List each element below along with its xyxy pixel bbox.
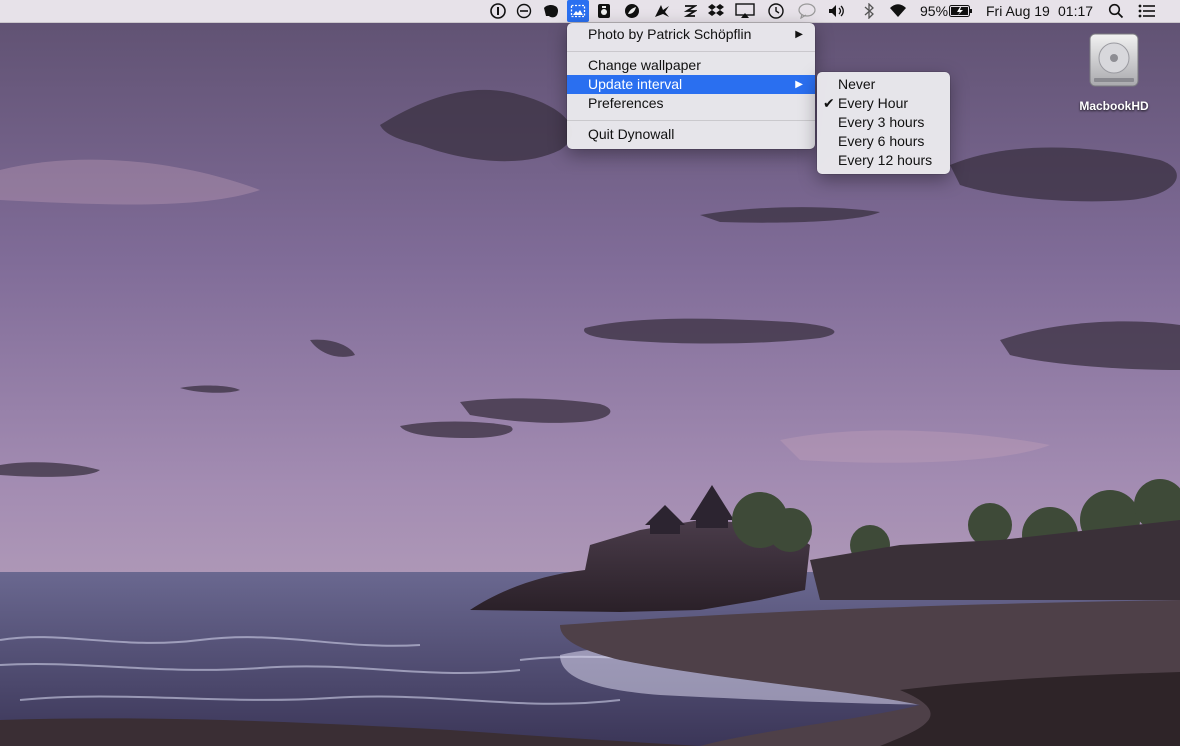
time-machine-icon[interactable] [765,0,787,22]
paw-icon[interactable] [651,0,673,22]
notification-center-icon[interactable] [1136,0,1158,22]
menu-item-change-wallpaper[interactable]: Change wallpaper [567,56,815,75]
preferences-label: Preferences [588,95,664,111]
change-wallpaper-label: Change wallpaper [588,57,701,73]
interval-option-every-3-hours[interactable]: Every 3 hours [817,113,950,132]
interval-option-label: Every 6 hours [838,133,925,149]
evernote-icon[interactable] [540,0,562,22]
photo-credit-label: Photo by Patrick Schöpflin [588,26,752,42]
interval-option-label: Every 12 hours [838,152,933,168]
menu-separator [567,51,815,52]
menu-separator [567,120,815,121]
interval-option-label: Every 3 hours [838,114,925,130]
onepassword-icon[interactable] [488,0,508,22]
dropbox-icon[interactable] [705,0,727,22]
date-label[interactable]: Fri Aug 19 [986,0,1050,22]
app-icon[interactable] [594,0,614,22]
interval-option-label: Never [838,76,876,92]
do-not-disturb-icon[interactable] [514,0,534,22]
interval-option-every-hour[interactable]: ✔ Every Hour [817,94,950,113]
menu-item-photo-credit[interactable]: Photo by Patrick Schöpflin ▶ [567,25,815,44]
messages-icon[interactable] [796,0,818,22]
checkmark-icon: ✔ [823,95,835,111]
wifi-icon[interactable] [887,0,909,22]
menu-item-preferences[interactable]: Preferences [567,94,815,113]
interval-option-every-6-hours[interactable]: Every 6 hours [817,132,950,151]
spotlight-icon[interactable] [1106,0,1126,22]
time-label[interactable]: 01:17 [1058,0,1093,22]
menu-bar: 95% Fri Aug 19 01:17 [0,0,1180,23]
desktop-drive-item[interactable]: MacbookHD [1072,30,1156,113]
volume-icon[interactable] [826,0,848,22]
menu-item-update-interval[interactable]: Update interval ▶ [567,75,815,94]
bluetooth-icon[interactable] [860,0,878,22]
drive-label: MacbookHD [1079,99,1149,113]
interval-option-never[interactable]: Never [817,75,950,94]
submenu-arrow-icon: ▶ [795,29,803,40]
update-interval-label: Update interval [588,76,683,92]
dynowall-menu: Photo by Patrick Schöpflin ▶ Change wall… [567,23,815,149]
interval-option-every-12-hours[interactable]: Every 12 hours [817,151,950,170]
interval-option-label: Every Hour [838,95,909,111]
battery-percent[interactable]: 95% [920,0,948,22]
app-icon[interactable] [680,0,700,22]
update-interval-submenu: Never ✔ Every Hour Every 3 hours Every 6… [817,72,950,174]
submenu-arrow-icon: ▶ [795,79,803,90]
airplay-icon[interactable] [734,0,756,22]
hard-drive-icon [1089,33,1139,87]
menu-item-quit[interactable]: Quit Dynowall [567,125,815,144]
app-icon[interactable] [622,0,642,22]
dynowall-icon[interactable] [567,0,589,22]
quit-label: Quit Dynowall [588,126,675,142]
battery-icon[interactable] [948,0,974,22]
